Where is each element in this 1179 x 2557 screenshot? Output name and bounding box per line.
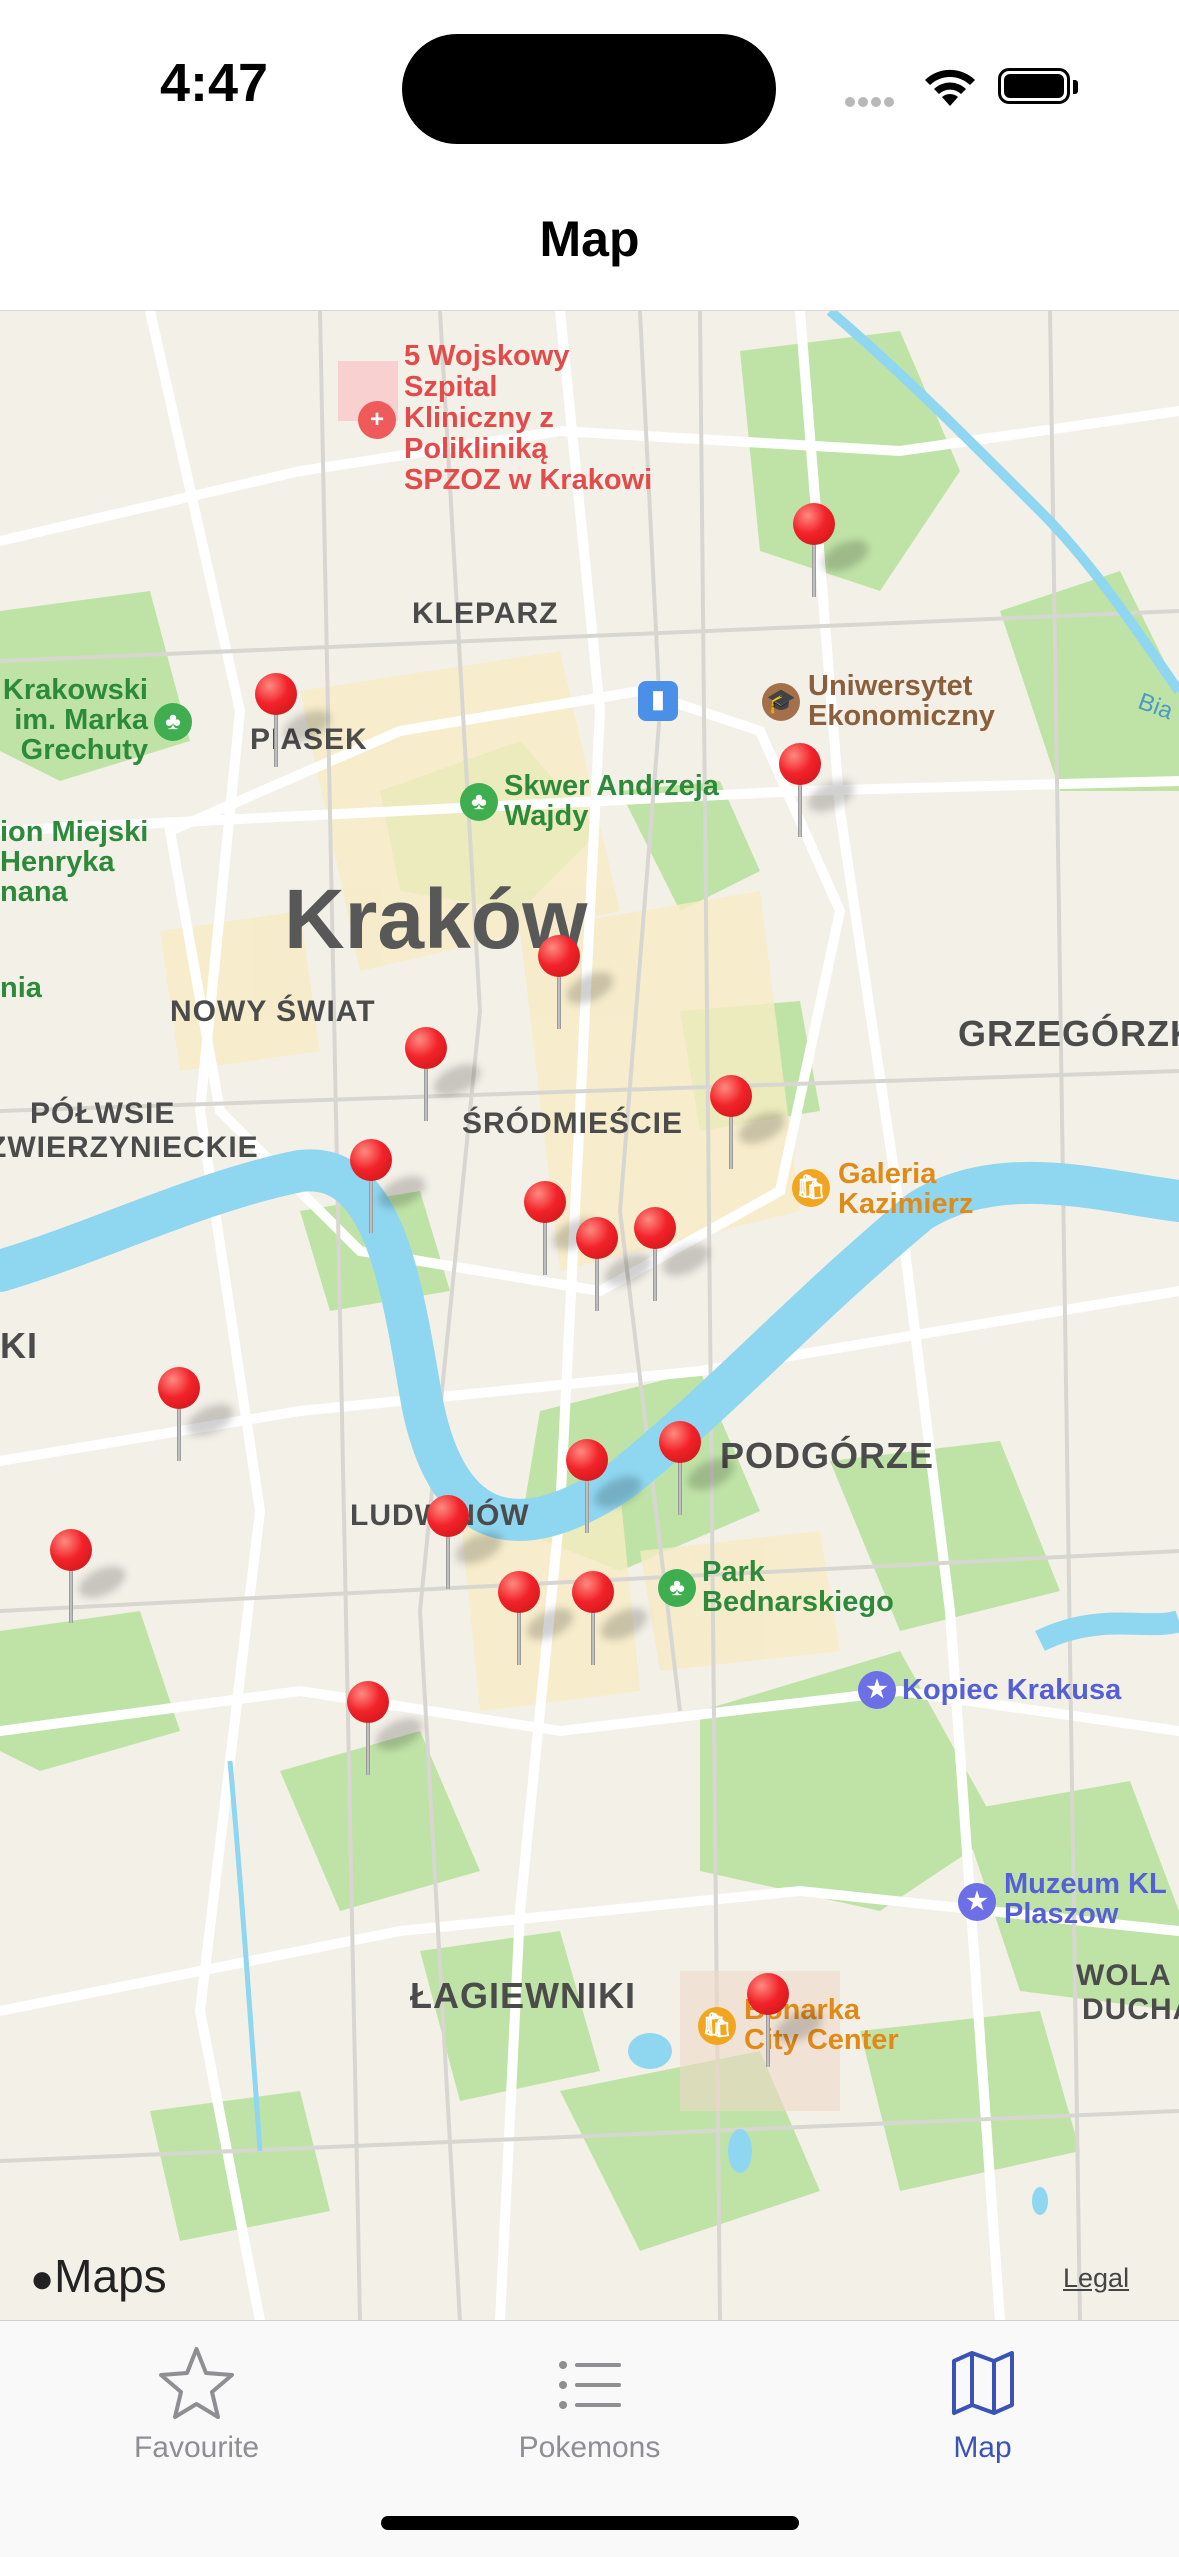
poi-line: Krakowski [2, 674, 148, 706]
district-label: ŚRÓDMIEŚCIE [462, 1107, 684, 1140]
poi-line: Park [702, 1556, 765, 1588]
star-icon [159, 2347, 234, 2419]
wifi-icon [925, 69, 975, 106]
hospital-icon[interactable]: + [358, 401, 396, 439]
poi-line: Kazimierz [838, 1188, 974, 1220]
landmark-star-icon[interactable]: ★ [958, 1883, 996, 1921]
tab-favourite[interactable]: Favourite [0, 2321, 393, 2471]
park-icon[interactable]: ♣ [154, 703, 192, 741]
poi-line: Grechuty [20, 734, 148, 766]
poi-line: nana [0, 876, 68, 908]
kopiec-poi-label[interactable]: Kopiec Krakusa [902, 1675, 1121, 1705]
muzeum-poi-label[interactable]: Muzeum KL Plaszow [1004, 1869, 1167, 1929]
galeria-poi-label[interactable]: Galeria Kazimierz [838, 1159, 973, 1219]
poi-line: Szpital [404, 371, 498, 403]
page-title: Map [539, 211, 640, 267]
apple-logo-icon: ● [30, 2257, 55, 2301]
home-indicator[interactable] [381, 2516, 799, 2530]
map-pin[interactable] [495, 1571, 579, 1671]
district-label: DUCHACKA [1082, 1993, 1179, 2026]
district-label: ŁAGIEWNIKI [410, 1975, 636, 2016]
poi-line: Muzeum KL [1004, 1868, 1167, 1900]
park-icon[interactable]: ♣ [658, 1569, 696, 1607]
map-pin[interactable] [790, 503, 874, 603]
status-bar: 4:47 [0, 0, 1179, 170]
shopping-icon[interactable]: 🛍 [698, 2007, 736, 2045]
poi-line: im. Marka [14, 704, 148, 736]
map-pin[interactable] [573, 1217, 657, 1317]
poi-line: Skwer Andrzeja [504, 770, 719, 802]
map-pin[interactable] [535, 935, 619, 1035]
poi-line: Henryka [0, 846, 115, 878]
tab-pokemons[interactable]: Pokemons [393, 2321, 786, 2471]
map-pin[interactable] [707, 1075, 791, 1175]
map-icon [952, 2351, 1014, 2415]
park-grechuty-label[interactable]: Krakowski im. Marka Grechuty [0, 675, 148, 765]
district-label: GRZEGÓRZK [958, 1013, 1179, 1054]
university-poi-label[interactable]: Uniwersytet Ekonomiczny [808, 671, 995, 731]
tab-map[interactable]: Map [786, 2321, 1179, 2471]
district-label: PÓŁWSIE [30, 1097, 176, 1130]
district-label: WOLA [1076, 1959, 1172, 1992]
park-miejski-label[interactable]: ion Miejski Henryka nana [0, 817, 148, 907]
apple-maps-logo: ●Maps [30, 2249, 167, 2303]
map-pin[interactable] [776, 743, 860, 843]
status-time: 4:47 [160, 53, 269, 113]
district-label: PODGÓRZE [720, 1435, 935, 1476]
poi-line: 5 Wojskowy [404, 340, 570, 372]
map-pin[interactable] [656, 1421, 740, 1521]
poi-line: ion Miejski [0, 816, 149, 848]
tab-label: Map [953, 2431, 1012, 2464]
map-pin[interactable] [347, 1139, 431, 1239]
poi-line: Wajdy [504, 800, 589, 832]
shopping-icon[interactable]: 🛍 [792, 1169, 830, 1207]
map-pin[interactable] [521, 1181, 605, 1281]
legal-link[interactable]: Legal [1063, 2263, 1129, 2294]
map-pin[interactable] [563, 1439, 647, 1539]
poi-line: Uniwersytet [808, 670, 973, 702]
park-bednarskiego-label[interactable]: Park Bednarskiego [702, 1557, 894, 1617]
map-pin[interactable] [424, 1495, 508, 1595]
map-pin[interactable] [155, 1367, 239, 1467]
maps-attribution: Maps [54, 2250, 167, 2302]
district-label: ZWIERZYNIECKIE [0, 1131, 259, 1164]
transit-station-icon[interactable]: ▮ [638, 681, 678, 721]
poi-line: Bednarskiego [702, 1586, 894, 1618]
poi-line: Kliniczny z [404, 402, 554, 434]
battery-nub [1073, 80, 1078, 94]
map-pin[interactable] [569, 1571, 653, 1671]
poi-line: Galeria [838, 1158, 937, 1190]
map-pin[interactable] [402, 1027, 486, 1127]
dynamic-island [402, 34, 776, 144]
tab-label: Favourite [133, 2431, 260, 2464]
district-label: KI [0, 1325, 38, 1366]
landmark-star-icon[interactable]: ★ [858, 1671, 896, 1709]
battery-icon [998, 68, 1070, 104]
map-pin[interactable] [47, 1529, 131, 1629]
list-icon [559, 2361, 621, 2409]
district-label: NOWY ŚWIAT [170, 995, 376, 1028]
hospital-poi-label[interactable]: 5 Wojskowy Szpital Kliniczny z Poliklini… [404, 341, 652, 496]
poi-line: SPZOZ w Krakowi [404, 464, 653, 496]
park-label[interactable]: nia [0, 973, 42, 1003]
poi-line: Polikliniką [404, 433, 548, 465]
tab-label: Pokemons [518, 2431, 661, 2464]
map-view[interactable]: KLEPARZ PIASEK NOWY ŚWIAT ŚRÓDMIEŚCIE PÓ… [0, 310, 1179, 2321]
map-pin[interactable] [744, 1973, 828, 2073]
map-pin[interactable] [631, 1207, 715, 1307]
map-pin[interactable] [344, 1681, 428, 1781]
poi-line: Plaszow [1004, 1898, 1119, 1930]
cellular-signal-icon [845, 94, 897, 112]
university-icon[interactable]: 🎓 [762, 683, 800, 721]
poi-line: Ekonomiczny [808, 700, 995, 732]
district-label: KLEPARZ [412, 597, 559, 630]
park-icon[interactable]: ♣ [460, 783, 498, 821]
park-wajdy-label[interactable]: Skwer Andrzeja Wajdy [504, 771, 719, 831]
map-pin[interactable] [252, 673, 336, 773]
